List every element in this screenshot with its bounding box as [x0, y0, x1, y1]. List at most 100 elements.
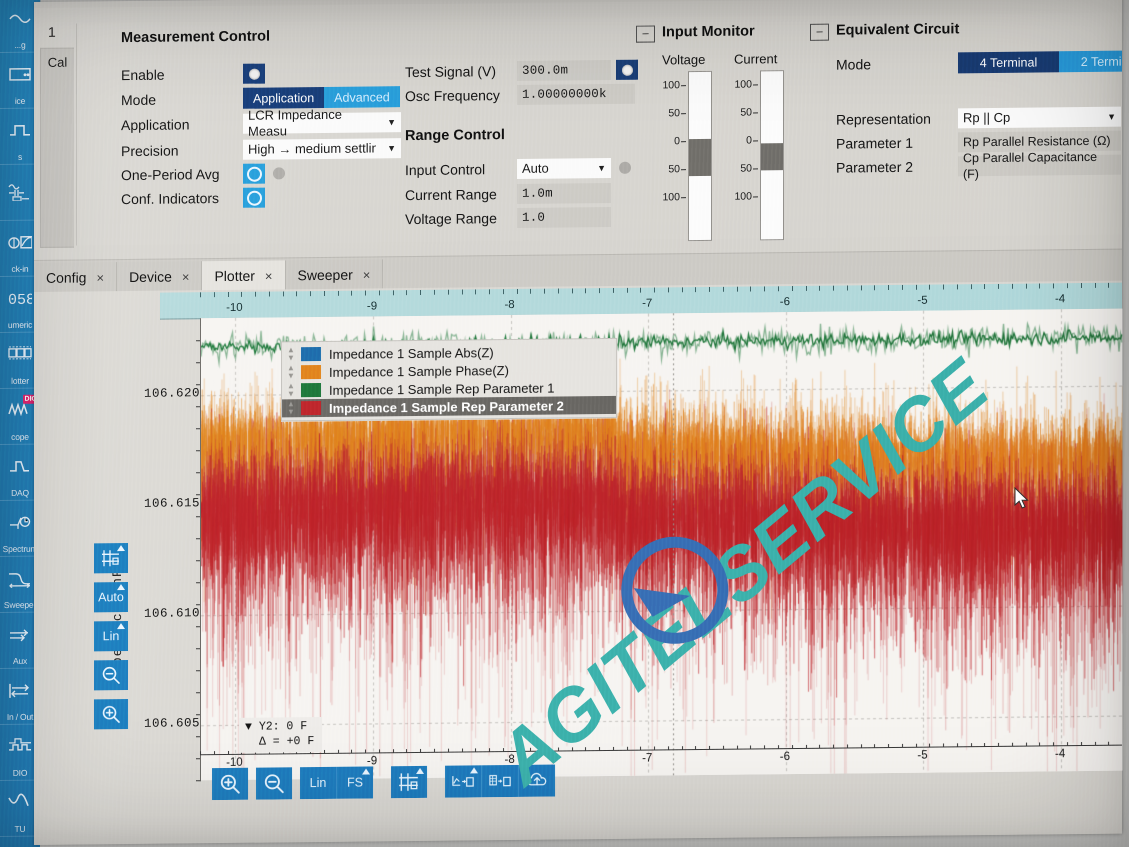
auto-scale-button[interactable]: Auto [94, 582, 128, 613]
tab-plotter[interactable]: Plotter × [202, 260, 286, 292]
osc-frequency-input[interactable]: 1.00000000k [517, 83, 635, 105]
plot-legend[interactable]: ▲ ▼ Impedance 1 Sample Abs(Z) ▲ ▼ Impedanc… [281, 337, 617, 422]
axis-tick [282, 291, 284, 297]
full-scale-button[interactable]: FS [337, 766, 373, 799]
sidebar-item-label: lotter [11, 375, 29, 386]
grid-settings-button[interactable] [391, 765, 427, 799]
axis-tick [654, 287, 656, 293]
legend-row-selected[interactable]: ▲ ▼ Impedance 1 Sample Rep Parameter 2 [282, 395, 616, 418]
mode-label: Mode [121, 91, 157, 108]
legend-label: Impedance 1 Sample Abs(Z) [329, 344, 494, 362]
voltage-range-input[interactable]: 1.0 [517, 206, 611, 228]
mode-option-application[interactable]: Application [243, 86, 325, 109]
sidebar-item-label: ice [14, 95, 26, 106]
conf-indicators-toggle[interactable] [243, 187, 265, 208]
legend-color-swatch[interactable] [301, 364, 321, 380]
lin-scale-label: Lin [102, 629, 120, 644]
representation-dropdown[interactable]: Rp || Cp ▼ [958, 106, 1121, 129]
lin-scale-button[interactable]: Lin [94, 621, 128, 652]
plot-bottom-toolbar[interactable]: Lin FS [212, 764, 555, 801]
legend-color-swatch[interactable] [301, 400, 321, 416]
mode-option-4-terminal[interactable]: 4 Terminal [958, 51, 1059, 74]
terminal-mode-segmented-control[interactable]: 4 Terminal 2 Terminal [958, 50, 1122, 74]
zoom-out-button[interactable] [94, 660, 128, 691]
enable-label: Enable [121, 66, 165, 84]
current-range-input[interactable]: 1.0m [517, 182, 611, 204]
axis-tick [475, 289, 477, 295]
mode-option-advanced[interactable]: Advanced [324, 86, 400, 108]
spinner-icon[interactable]: ▲ ▼ [286, 399, 296, 416]
spinner-icon[interactable]: ▲ ▼ [286, 363, 296, 380]
close-icon[interactable]: × [265, 268, 273, 283]
x-axis-tick-label: -5 [917, 749, 928, 762]
save-plot-button[interactable] [445, 765, 482, 798]
mode-option-2-terminal[interactable]: 2 Terminal [1059, 50, 1122, 73]
zoom-out-button[interactable] [256, 767, 292, 800]
chevron-down-icon: ▼ [387, 143, 396, 154]
tab-sweeper[interactable]: Sweeper × [285, 259, 384, 291]
application-dropdown[interactable]: LCR Impedance Measu ▼ [243, 107, 401, 139]
axis-tick [695, 287, 697, 293]
axis-tick [929, 284, 931, 290]
enable-toggle-button[interactable] [243, 63, 265, 84]
test-signal-input[interactable]: 300.0m [517, 59, 611, 81]
close-icon[interactable]: × [182, 269, 190, 284]
legend-color-swatch[interactable] [301, 346, 321, 362]
tab-config[interactable]: Config × [34, 262, 118, 293]
save-table-button[interactable] [482, 764, 519, 798]
sidebar-item-label: TU [14, 823, 26, 834]
axis-tick [805, 285, 807, 291]
current-range-label: Current Range [405, 186, 497, 204]
close-icon[interactable]: × [363, 267, 371, 282]
axis-tick [255, 291, 256, 297]
precision-dropdown[interactable]: High → medium settling ▼ [243, 138, 401, 160]
input-control-dropdown[interactable]: Auto ▼ [517, 157, 611, 179]
full-scale-label: FS [347, 775, 363, 790]
zoom-in-button[interactable] [94, 699, 128, 730]
scale-tick: 100 [728, 70, 752, 98]
spinner-icon[interactable]: ▲ ▼ [286, 381, 296, 398]
scale-button-group[interactable]: Lin FS [300, 766, 373, 800]
spinner-icon[interactable]: ▲ ▼ [286, 345, 296, 362]
close-icon[interactable]: × [96, 270, 104, 285]
one-period-avg-toggle[interactable] [243, 163, 265, 184]
y-axis-tick-label: 106.610 [143, 606, 200, 621]
zoom-in-button[interactable] [212, 767, 248, 801]
axis-tick [1108, 282, 1110, 288]
collapse-input-monitor-button[interactable]: – [810, 23, 829, 41]
upload-button[interactable] [519, 764, 555, 797]
svg-text:058: 058 [8, 292, 32, 308]
axis-tick [585, 288, 587, 294]
scale-tick: 50 [728, 98, 752, 126]
cal-tab[interactable]: Cal [40, 47, 74, 248]
tab-device[interactable]: Device × [117, 261, 203, 293]
axis-tick [874, 285, 876, 291]
scale-tick: 50 [656, 155, 680, 183]
dropdown-triangle-icon [117, 545, 125, 552]
plotter-panel: -10-9-8-7-6-5-4 Impedance (nF) 106.62010… [34, 280, 1122, 845]
measurement-control-title: Measurement Control [121, 28, 271, 47]
plot-side-toolbar[interactable]: Auto Lin [94, 543, 128, 730]
lin-scale-button[interactable]: Lin [300, 766, 337, 800]
axis-tick [310, 291, 312, 297]
axis-tick [722, 286, 724, 292]
x-axis-tick-label: -10 [226, 301, 243, 314]
legend-label: Impedance 1 Sample Phase(Z) [329, 362, 509, 380]
sidebar-item-label: In / Out [6, 711, 34, 722]
axis-tick [984, 284, 986, 290]
axis-tick [956, 284, 958, 290]
osc-frequency-label: Osc Frequency [405, 87, 500, 105]
sidebar-item-label: Aux [12, 655, 28, 666]
test-signal-output-toggle[interactable] [616, 59, 638, 80]
axis-tick [351, 290, 353, 296]
collapse-test-signal-button[interactable]: – [636, 25, 655, 43]
y-axis-tick-label: 106.605 [143, 716, 200, 731]
legend-color-swatch[interactable] [301, 382, 321, 398]
device-settings-panel: 1 Cal Measurement Control Enable Mode Ap… [34, 0, 1122, 260]
current-meter: 100 50 0 50 100 [728, 70, 784, 241]
export-button-group[interactable] [445, 764, 555, 798]
axis-tick [778, 286, 779, 292]
axis-tick [196, 780, 201, 782]
dropdown-triangle-icon [470, 767, 478, 774]
grid-settings-button[interactable] [94, 543, 128, 574]
